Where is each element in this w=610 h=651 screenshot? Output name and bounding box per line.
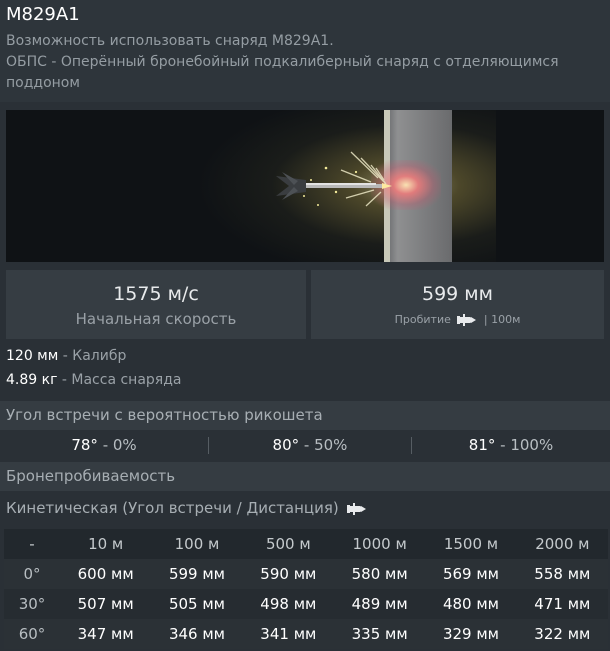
angle-cell: 30° bbox=[4, 589, 60, 619]
ricochet-header-text: Угол встречи с вероятностью рикошета bbox=[6, 406, 323, 424]
table-cell: 599 мм bbox=[151, 559, 243, 589]
muzzle-velocity-value: 1575 м/с bbox=[113, 283, 199, 305]
ricochet-cell-3: 81° - 100% bbox=[412, 436, 610, 454]
column-header: 2000 м bbox=[516, 529, 608, 559]
penetration-table: - 10 м 100 м 500 м 1000 м 1500 м 2000 м … bbox=[4, 529, 608, 649]
table-cell: 347 мм bbox=[60, 619, 152, 649]
table-cell: 480 мм bbox=[425, 589, 517, 619]
mass-row: 4.89 кг - Масса снаряда bbox=[6, 372, 181, 388]
shell-animation-preview bbox=[6, 110, 604, 262]
penetration-label-row: Пробитие | 100м bbox=[311, 313, 604, 327]
ricochet-probability: - 0% bbox=[97, 436, 137, 454]
mass-value: 4.89 кг bbox=[6, 372, 58, 388]
ricochet-cell-2: 80° - 50% bbox=[209, 436, 411, 454]
ricochet-section-header: Угол встречи с вероятностью рикошета bbox=[0, 401, 610, 430]
angle-cell: 0° bbox=[4, 559, 60, 589]
penetration-value: 599 мм bbox=[422, 283, 493, 305]
column-header: 500 м bbox=[242, 529, 334, 559]
penetration-label: Пробитие bbox=[394, 313, 451, 326]
table-cell: 580 мм bbox=[333, 559, 426, 589]
table-header-row: - 10 м 100 м 500 м 1000 м 1500 м 2000 м bbox=[4, 529, 608, 559]
table-cell: 346 мм bbox=[151, 619, 243, 649]
table-cell: 322 мм bbox=[516, 619, 608, 649]
column-header: - bbox=[4, 529, 60, 559]
table-cell: 489 мм bbox=[333, 589, 426, 619]
table-cell: 498 мм bbox=[242, 589, 334, 619]
armor-penetration-header-text: Бронепробиваемость bbox=[6, 467, 176, 485]
table-cell: 507 мм bbox=[60, 589, 152, 619]
caliber-value: 120 мм bbox=[6, 348, 59, 364]
kinetic-label-row: Кинетическая (Угол встречи / Дистанция) bbox=[6, 499, 370, 517]
penetration-panel: 599 мм Пробитие | 100м bbox=[311, 270, 604, 339]
ricochet-cell-1: 78° - 0% bbox=[0, 436, 208, 454]
caliber-row: 120 мм - Калибр bbox=[6, 348, 126, 364]
shell-icon bbox=[346, 502, 366, 515]
table-cell: 341 мм bbox=[242, 619, 334, 649]
kinetic-label: Кинетическая (Угол встречи / Дистанция) bbox=[6, 499, 339, 517]
shell-icon bbox=[457, 314, 477, 326]
table-row: 30° 507 мм 505 мм 498 мм 489 мм 480 мм 4… bbox=[4, 589, 608, 619]
ricochet-probability: - 100% bbox=[495, 436, 554, 454]
projectile-graphic bbox=[276, 151, 392, 207]
table-cell: 558 мм bbox=[516, 559, 608, 589]
ricochet-probability: - 50% bbox=[299, 436, 348, 454]
ricochet-angle: 80° bbox=[272, 436, 300, 454]
column-header: 1000 м bbox=[333, 529, 426, 559]
table-cell: 569 мм bbox=[425, 559, 517, 589]
caliber-label: - Калибр bbox=[58, 348, 127, 364]
penetration-distance: | 100м bbox=[483, 313, 521, 326]
table-cell: 329 мм bbox=[425, 619, 517, 649]
ricochet-angle: 78° bbox=[71, 436, 98, 454]
shell-info-header: M829A1 Возможность использовать снаряд M… bbox=[0, 0, 610, 102]
mass-label: - Масса снаряда bbox=[57, 372, 182, 388]
muzzle-velocity-panel: 1575 м/с Начальная скорость bbox=[6, 270, 306, 339]
table-cell: 600 мм bbox=[60, 559, 152, 589]
shell-description-line2: ОБПС - Оперённый бронебойный подкалиберн… bbox=[6, 54, 559, 91]
shell-description-line1: Возможность использовать снаряд M829A1. bbox=[6, 33, 334, 49]
muzzle-velocity-label: Начальная скорость bbox=[75, 310, 237, 328]
column-header: 100 м bbox=[151, 529, 243, 559]
ricochet-row: 78° - 0% 80° - 50% 81° - 100% bbox=[0, 431, 610, 460]
ricochet-angle: 81° bbox=[468, 436, 496, 454]
table-cell: 471 мм bbox=[516, 589, 608, 619]
table-row: 60° 347 мм 346 мм 341 мм 335 мм 329 мм 3… bbox=[4, 619, 608, 649]
shell-title: M829A1 bbox=[6, 4, 80, 25]
column-header: 1500 м bbox=[425, 529, 517, 559]
shell-description: Возможность использовать снаряд M829A1. … bbox=[6, 31, 606, 94]
table-cell: 590 мм bbox=[242, 559, 334, 589]
table-cell: 335 мм bbox=[333, 619, 426, 649]
table-cell: 505 мм bbox=[151, 589, 243, 619]
angle-cell: 60° bbox=[4, 619, 60, 649]
armor-penetration-section-header: Бронепробиваемость bbox=[0, 462, 610, 491]
column-header: 10 м bbox=[60, 529, 152, 559]
table-row: 0° 600 мм 599 мм 590 мм 580 мм 569 мм 55… bbox=[4, 559, 608, 589]
